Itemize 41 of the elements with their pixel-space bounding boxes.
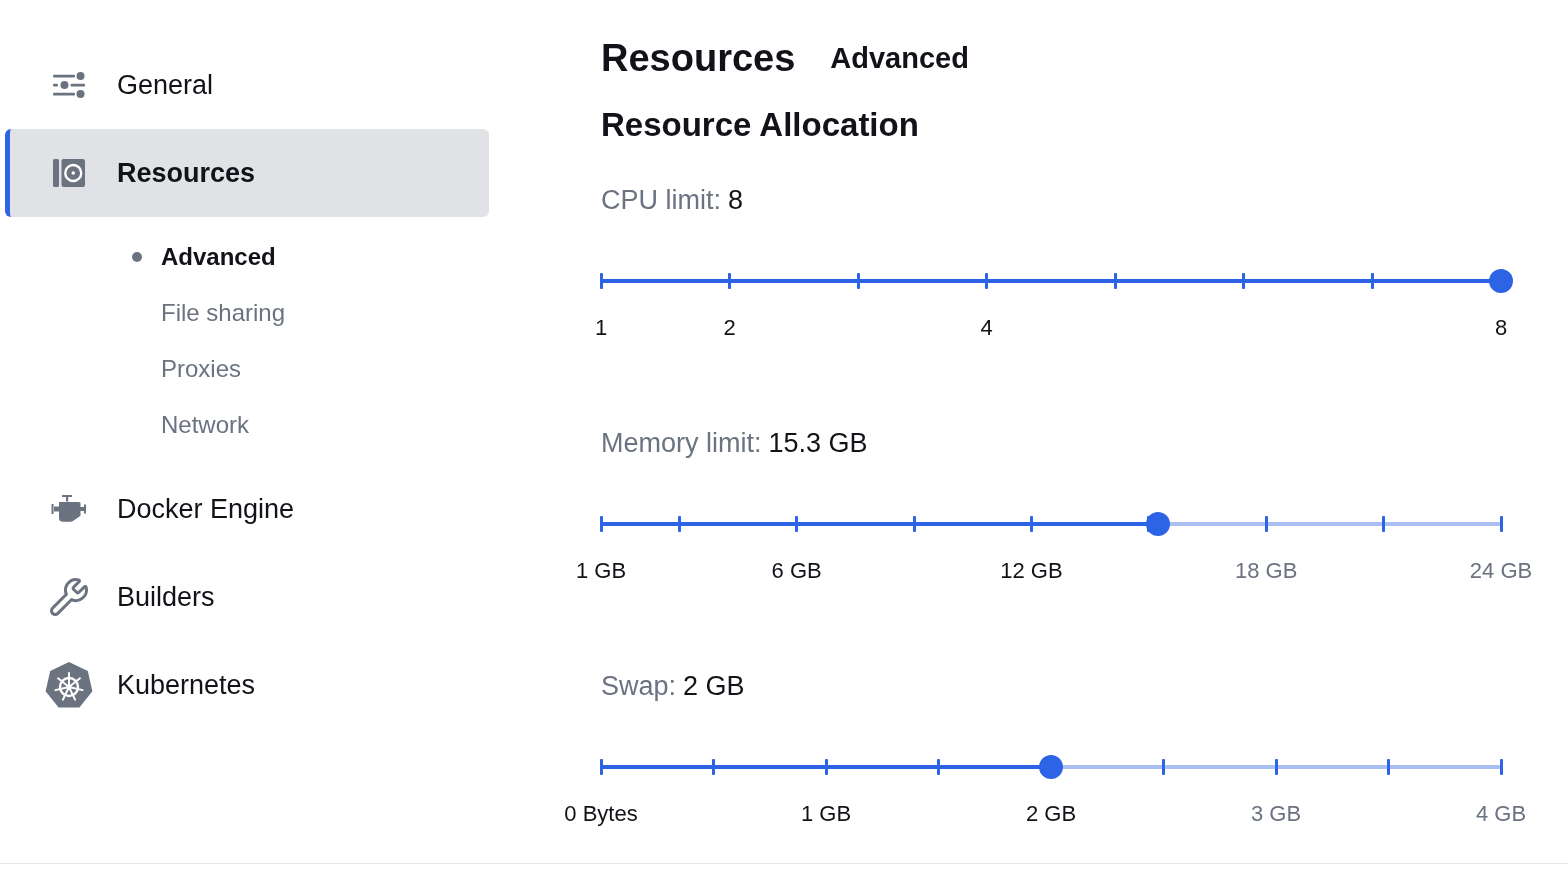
tick-label: 24 GB (1469, 558, 1533, 584)
slider-value: 8 (728, 184, 744, 216)
engine-icon (51, 495, 87, 523)
tick-label: 4 GB (1475, 801, 1527, 827)
sidebar-subitem[interactable]: Network (129, 410, 250, 440)
tick-label: 12 GB (1000, 558, 1063, 584)
tick-label: 1 GB (800, 801, 852, 827)
sidebar-item[interactable]: Docker Engine (5, 465, 489, 553)
tick-label: 18 GB (1235, 558, 1298, 584)
tick-label: 6 GB (771, 558, 822, 584)
tick-label: 2 (723, 315, 736, 341)
tick-label: 2 GB (1025, 801, 1077, 827)
sidebar-item[interactable]: Kubernetes (5, 641, 489, 729)
slider-thumb[interactable] (1146, 512, 1171, 536)
sidebar-item[interactable]: General (5, 41, 489, 129)
sidebar-subitem[interactable]: Proxies (129, 354, 242, 384)
bullet-icon (132, 252, 142, 262)
disk-icon (53, 159, 85, 187)
tick-label: 0 Bytes (564, 801, 638, 827)
tick-label: 8 (1494, 315, 1508, 341)
tick-label: 4 (980, 315, 993, 341)
sliders-icon (53, 72, 85, 98)
slider-value: 15.3 GB (768, 427, 868, 459)
slider-thumb[interactable] (1489, 269, 1513, 293)
slider-label: Memory limit: (601, 427, 762, 459)
slider-label: Swap: (601, 670, 677, 702)
section-title: Resource Allocation (601, 105, 919, 145)
slider-label: CPU limit: (601, 184, 721, 216)
slider-value: 2 GB (683, 670, 745, 702)
sidebar-item[interactable]: Builders (5, 553, 489, 641)
wrench-icon (48, 576, 90, 618)
sidebar-subitem[interactable]: File sharing (129, 298, 286, 328)
helm-wheel-icon (45, 662, 93, 708)
tick-label: 3 GB (1250, 801, 1302, 827)
sidebar-subitem[interactable]: Advanced (129, 242, 276, 272)
sidebar-item[interactable]: Resources (5, 129, 489, 217)
tick-label: 1 (594, 315, 608, 341)
page-subtitle: Advanced (830, 41, 969, 76)
tick-label: 1 GB (575, 558, 627, 584)
page-title: Resources (601, 36, 796, 81)
slider-thumb[interactable] (1039, 755, 1063, 779)
